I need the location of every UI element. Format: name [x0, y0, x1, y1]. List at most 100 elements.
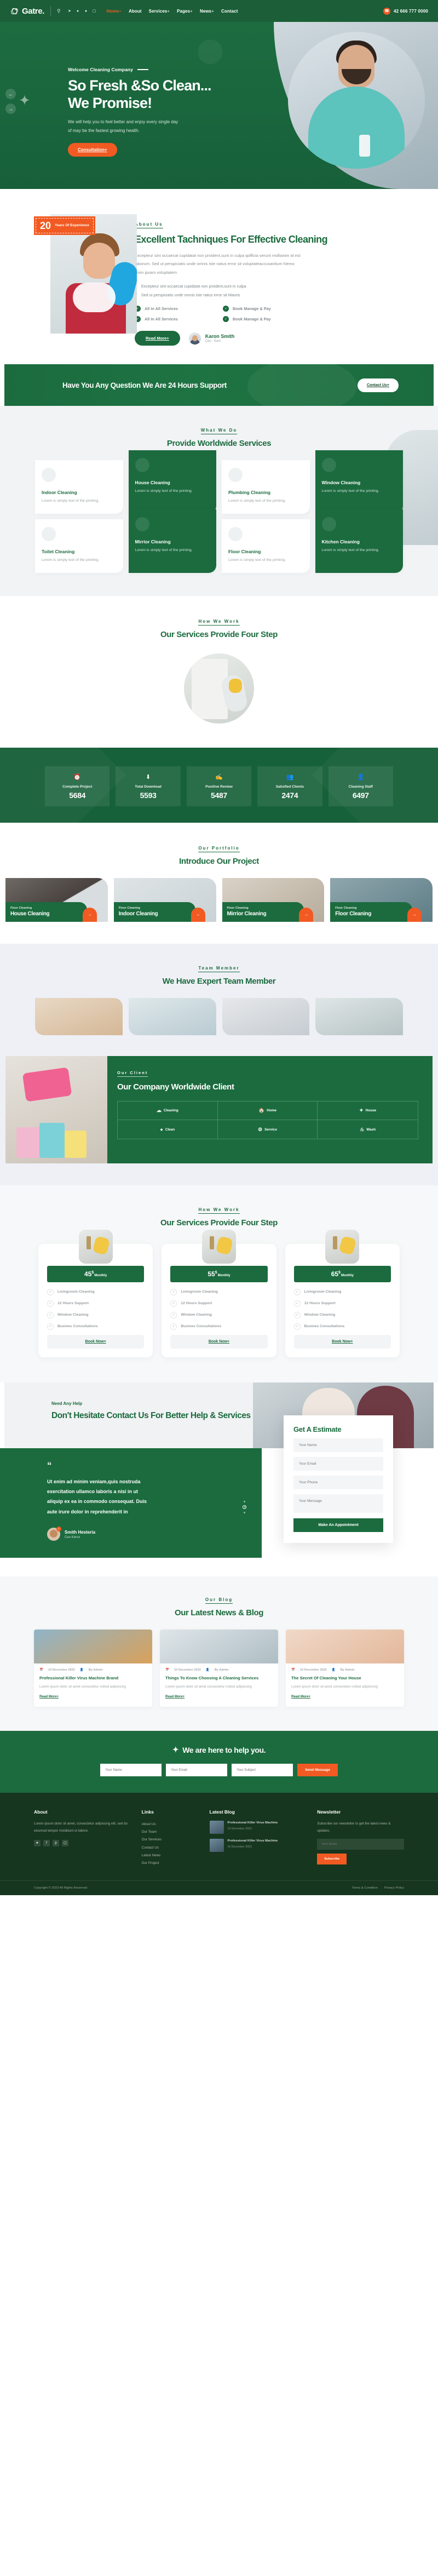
- help-title: Don't Hesitate Contact Us For Better Hel…: [51, 1410, 251, 1420]
- service-card-plumbing-cleaning[interactable]: Plumbing Cleaning Lorem is simply text o…: [222, 460, 310, 514]
- header-phone[interactable]: ☎ 42 666 777 0000: [383, 7, 428, 15]
- mop-bucket-icon: [42, 468, 56, 483]
- nav-item-pages[interactable]: Pages+: [177, 9, 193, 14]
- testimonial-pagination[interactable]: [243, 1500, 246, 1513]
- email-input[interactable]: [166, 1764, 228, 1777]
- footer-link[interactable]: About Us: [142, 1821, 200, 1828]
- hero-paragraph: We will help you to feel better and enjo…: [68, 119, 178, 133]
- nav-item-home[interactable]: Home+: [107, 9, 122, 14]
- instagram-icon[interactable]: ▢: [92, 9, 97, 14]
- experience-badge: 20 Years Of Experience: [34, 216, 95, 235]
- service-card-indoor-cleaning[interactable]: Indoor Cleaning Lorem is simply text of …: [35, 460, 123, 514]
- facebook-icon[interactable]: f: [43, 1839, 50, 1846]
- arrow-right-icon[interactable]: →: [82, 907, 97, 922]
- name-field[interactable]: [293, 1438, 383, 1452]
- blog-post-card[interactable]: 📅 10 December 2023 👤 By Admin Things To Kno…: [160, 1629, 278, 1707]
- portfolio-item-mirror-cleaning[interactable]: Floor Cleaning Mirrior Cleaning →: [222, 877, 325, 922]
- twitter-icon[interactable]: ➤: [34, 1839, 41, 1846]
- nav-item-about[interactable]: About: [129, 9, 142, 14]
- client-logo-service[interactable]: ⚙ Service: [218, 1120, 318, 1139]
- make-appointment-button[interactable]: Make An Appointment: [293, 1518, 383, 1532]
- client-logo-home[interactable]: 🏠 Home: [217, 1101, 318, 1121]
- nav-item-services[interactable]: Services+: [149, 9, 170, 14]
- twitter-icon[interactable]: ➤: [67, 9, 72, 14]
- service-card-window-cleaning[interactable]: Window Cleaning Lorem is simply text of …: [315, 450, 403, 514]
- client-logo-wash[interactable]: ♨ Wash: [318, 1120, 418, 1139]
- service-card-floor-cleaning[interactable]: Floor Cleaning Lorem is simply text of t…: [222, 519, 310, 573]
- subject-input[interactable]: [232, 1764, 293, 1777]
- blog-post-card[interactable]: 📅 10 December 2023 👤 By Admin The Secret Of…: [286, 1629, 404, 1707]
- search-icon[interactable]: ⚲: [57, 8, 61, 14]
- read-more-button[interactable]: Read More+: [135, 331, 180, 346]
- send-message-button[interactable]: Send Message: [297, 1764, 338, 1777]
- team-member-photo[interactable]: [315, 997, 403, 1035]
- blog-kicker: Our Blog: [205, 1597, 233, 1604]
- service-card-house-cleaning[interactable]: House Cleaning Lorem is simply text of t…: [128, 450, 216, 514]
- header-social-links[interactable]: ➤ ● ● ▢: [67, 9, 97, 14]
- pinterest-icon[interactable]: ●: [84, 9, 89, 14]
- client-logo-clean[interactable]: ● Clean: [118, 1120, 218, 1139]
- footer-post[interactable]: Professional Killer Virus Machine 10 Dec…: [209, 1839, 308, 1852]
- read-more-link[interactable]: Read More+: [165, 1695, 185, 1699]
- arrow-right-icon[interactable]: →: [299, 907, 314, 922]
- instagram-icon[interactable]: ▢: [62, 1839, 68, 1846]
- list-item: ✓ Busines Consultations: [170, 1323, 267, 1330]
- footer-link[interactable]: Contact Us: [142, 1844, 200, 1852]
- subscribe-button[interactable]: Subscribe: [317, 1853, 347, 1864]
- pinterest-icon[interactable]: p: [53, 1839, 59, 1846]
- book-now-button[interactable]: Book Now+: [293, 1334, 391, 1349]
- book-now-button[interactable]: Book Now+: [47, 1334, 145, 1349]
- portfolio-grid: Floor Cleaning House Cleaning → Floor Cl…: [0, 866, 438, 922]
- list-item: ✓ Window Cleaning: [170, 1311, 267, 1318]
- portfolio-item-indoor-cleaning[interactable]: Floor Cleaning Indoor Cleaning →: [113, 877, 216, 922]
- service-card-toilet-cleaning[interactable]: Toilet Cleaning Lorem is simply text of …: [35, 519, 123, 573]
- client-logo-house[interactable]: ✦ House: [318, 1101, 418, 1121]
- footer-link[interactable]: Our Services: [142, 1836, 200, 1844]
- feature-item: ✓ All In All Services: [135, 306, 211, 312]
- privacy-link[interactable]: Privacy Policy: [384, 1886, 404, 1890]
- arrow-right-icon[interactable]: →: [407, 907, 422, 922]
- footer-link[interactable]: Latest News: [142, 1852, 200, 1860]
- service-card-mirror-cleaning[interactable]: Mirrior Cleaning Lorem is simply text of…: [128, 509, 216, 573]
- arrow-right-icon[interactable]: →: [191, 907, 205, 922]
- consultation-button[interactable]: Consultation+: [68, 142, 117, 157]
- footer-link[interactable]: Our Team: [142, 1828, 200, 1836]
- staff-icon: 👤: [356, 773, 365, 781]
- read-more-link[interactable]: Read More+: [39, 1695, 59, 1699]
- about-paragraph: Excepteur sint occaecat cupidatat non pr…: [135, 253, 301, 276]
- pricing-grid: 45$Monthly ✓ Livingroom Cleaning ✓ 12 Hour…: [0, 1227, 438, 1357]
- email-field[interactable]: [293, 1456, 383, 1471]
- home-logo-icon: 🏠: [258, 1108, 265, 1114]
- client-logo-cleaning[interactable]: ☁ Cleaning: [118, 1101, 218, 1121]
- message-field[interactable]: [293, 1494, 383, 1513]
- ceo-role: Ceo - Karx: [205, 340, 221, 343]
- cta-title: Have You Any Question We Are 24 Hours Su…: [62, 381, 227, 389]
- facebook-icon[interactable]: ●: [76, 9, 80, 14]
- check-icon: ✓: [47, 1288, 54, 1295]
- contact-us-button[interactable]: Contact Us+: [357, 378, 399, 392]
- read-more-link[interactable]: Read More+: [291, 1695, 310, 1699]
- nav-item-news[interactable]: News+: [200, 9, 214, 14]
- team-member-photo[interactable]: [222, 997, 310, 1035]
- footer-link[interactable]: Our Project: [142, 1860, 200, 1867]
- service-card-kitchen-cleaning[interactable]: Kitchen Cleaning Lorem is simply text of…: [315, 509, 403, 573]
- portfolio-item-house-cleaning[interactable]: Floor Cleaning House Cleaning →: [5, 877, 108, 922]
- counter-positive-review: ✍ Positive Review 5487: [186, 766, 252, 806]
- active-dot[interactable]: [243, 1505, 246, 1509]
- portfolio-item-floor-cleaning[interactable]: Floor Cleaning Floor Cleaning →: [330, 877, 433, 922]
- footer-social-links[interactable]: ➤ f p ▢: [34, 1839, 132, 1846]
- team-kicker: Team Member: [198, 966, 240, 972]
- footer-email-input[interactable]: [317, 1838, 404, 1850]
- terms-link[interactable]: Terms & Condition: [352, 1886, 378, 1890]
- main-nav[interactable]: Home+ About Services+ Pages+ News+ Conta…: [107, 9, 238, 14]
- phone-field[interactable]: [293, 1475, 383, 1489]
- plan-image: [78, 1229, 113, 1264]
- footer-post[interactable]: Professional Killer Virus Machine 10 Dec…: [209, 1821, 308, 1834]
- team-member-photo[interactable]: [35, 997, 123, 1035]
- blog-post-card[interactable]: 📅 10 December 2023 👤 By Admin Professional …: [34, 1629, 152, 1707]
- nav-item-contact[interactable]: Contact: [221, 9, 238, 14]
- book-now-button[interactable]: Book Now+: [170, 1334, 268, 1349]
- name-input[interactable]: [100, 1764, 162, 1777]
- team-member-photo[interactable]: [128, 997, 216, 1035]
- brand-logo[interactable]: Gatre.: [10, 7, 44, 16]
